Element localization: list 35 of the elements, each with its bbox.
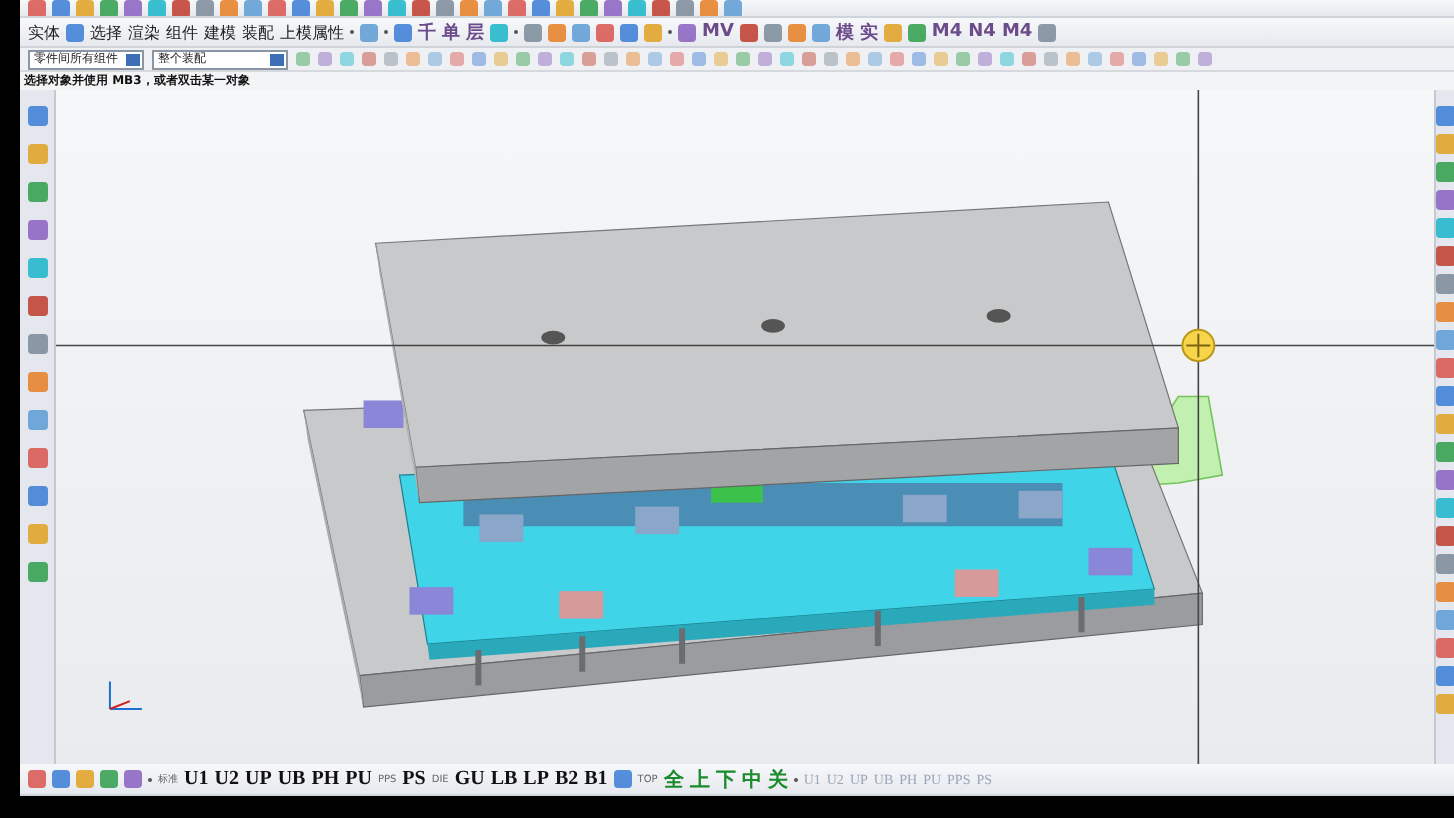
- toolbar-button[interactable]: 模: [835, 19, 854, 45]
- toolbar-button[interactable]: 实: [859, 19, 878, 45]
- toolbar-button[interactable]: 下: [715, 765, 736, 793]
- toolbar-button[interactable]: 选择: [90, 21, 122, 43]
- toolbar-button[interactable]: PU: [345, 768, 372, 790]
- toolbar-button[interactable]: UP: [244, 768, 272, 790]
- toolbar-button[interactable]: U2: [214, 768, 239, 790]
- toolbar-button[interactable]: 渲染: [128, 21, 160, 43]
- toolbar-button[interactable]: LB: [490, 768, 518, 790]
- toolbar-button[interactable]: MV: [702, 22, 734, 42]
- toolbar-button[interactable]: M4: [1001, 22, 1033, 42]
- toolbar-button[interactable]: GU: [454, 768, 485, 790]
- toolbar-button[interactable]: 层: [466, 19, 484, 45]
- toolbar-button[interactable]: 组件: [166, 21, 198, 43]
- toolbar-button[interactable]: M4: [931, 22, 963, 42]
- toolbar-button[interactable]: N4: [968, 22, 996, 42]
- toolbar-button[interactable]: 实体: [28, 21, 60, 43]
- toolbar-button[interactable]: PH: [311, 768, 340, 790]
- toolbar-button[interactable]: 单: [442, 19, 460, 45]
- axis-triad-icon: [108, 680, 143, 710]
- tool-icon[interactable]: [613, 770, 632, 788]
- toolbar-button[interactable]: 全: [663, 765, 684, 793]
- toolbar-button[interactable]: 千: [418, 19, 436, 45]
- toolbar-button[interactable]: 建模: [204, 21, 236, 43]
- toolbar-button[interactable]: PS: [402, 768, 426, 790]
- toolbar-button[interactable]: B1: [584, 768, 608, 790]
- toolbar-button[interactable]: 装配: [242, 21, 274, 43]
- toolbar-button[interactable]: 上模属性: [280, 21, 344, 43]
- toolbar-button[interactable]: U1: [184, 768, 209, 790]
- toolbar-button[interactable]: 中: [741, 765, 762, 793]
- toolbar-button[interactable]: UB: [277, 768, 306, 790]
- toolbar-button[interactable]: LP: [523, 768, 549, 790]
- toolbar-button[interactable]: 关: [767, 765, 788, 793]
- toolbar-button[interactable]: B2: [554, 768, 579, 790]
- toolbar-button[interactable]: 上: [689, 765, 710, 793]
